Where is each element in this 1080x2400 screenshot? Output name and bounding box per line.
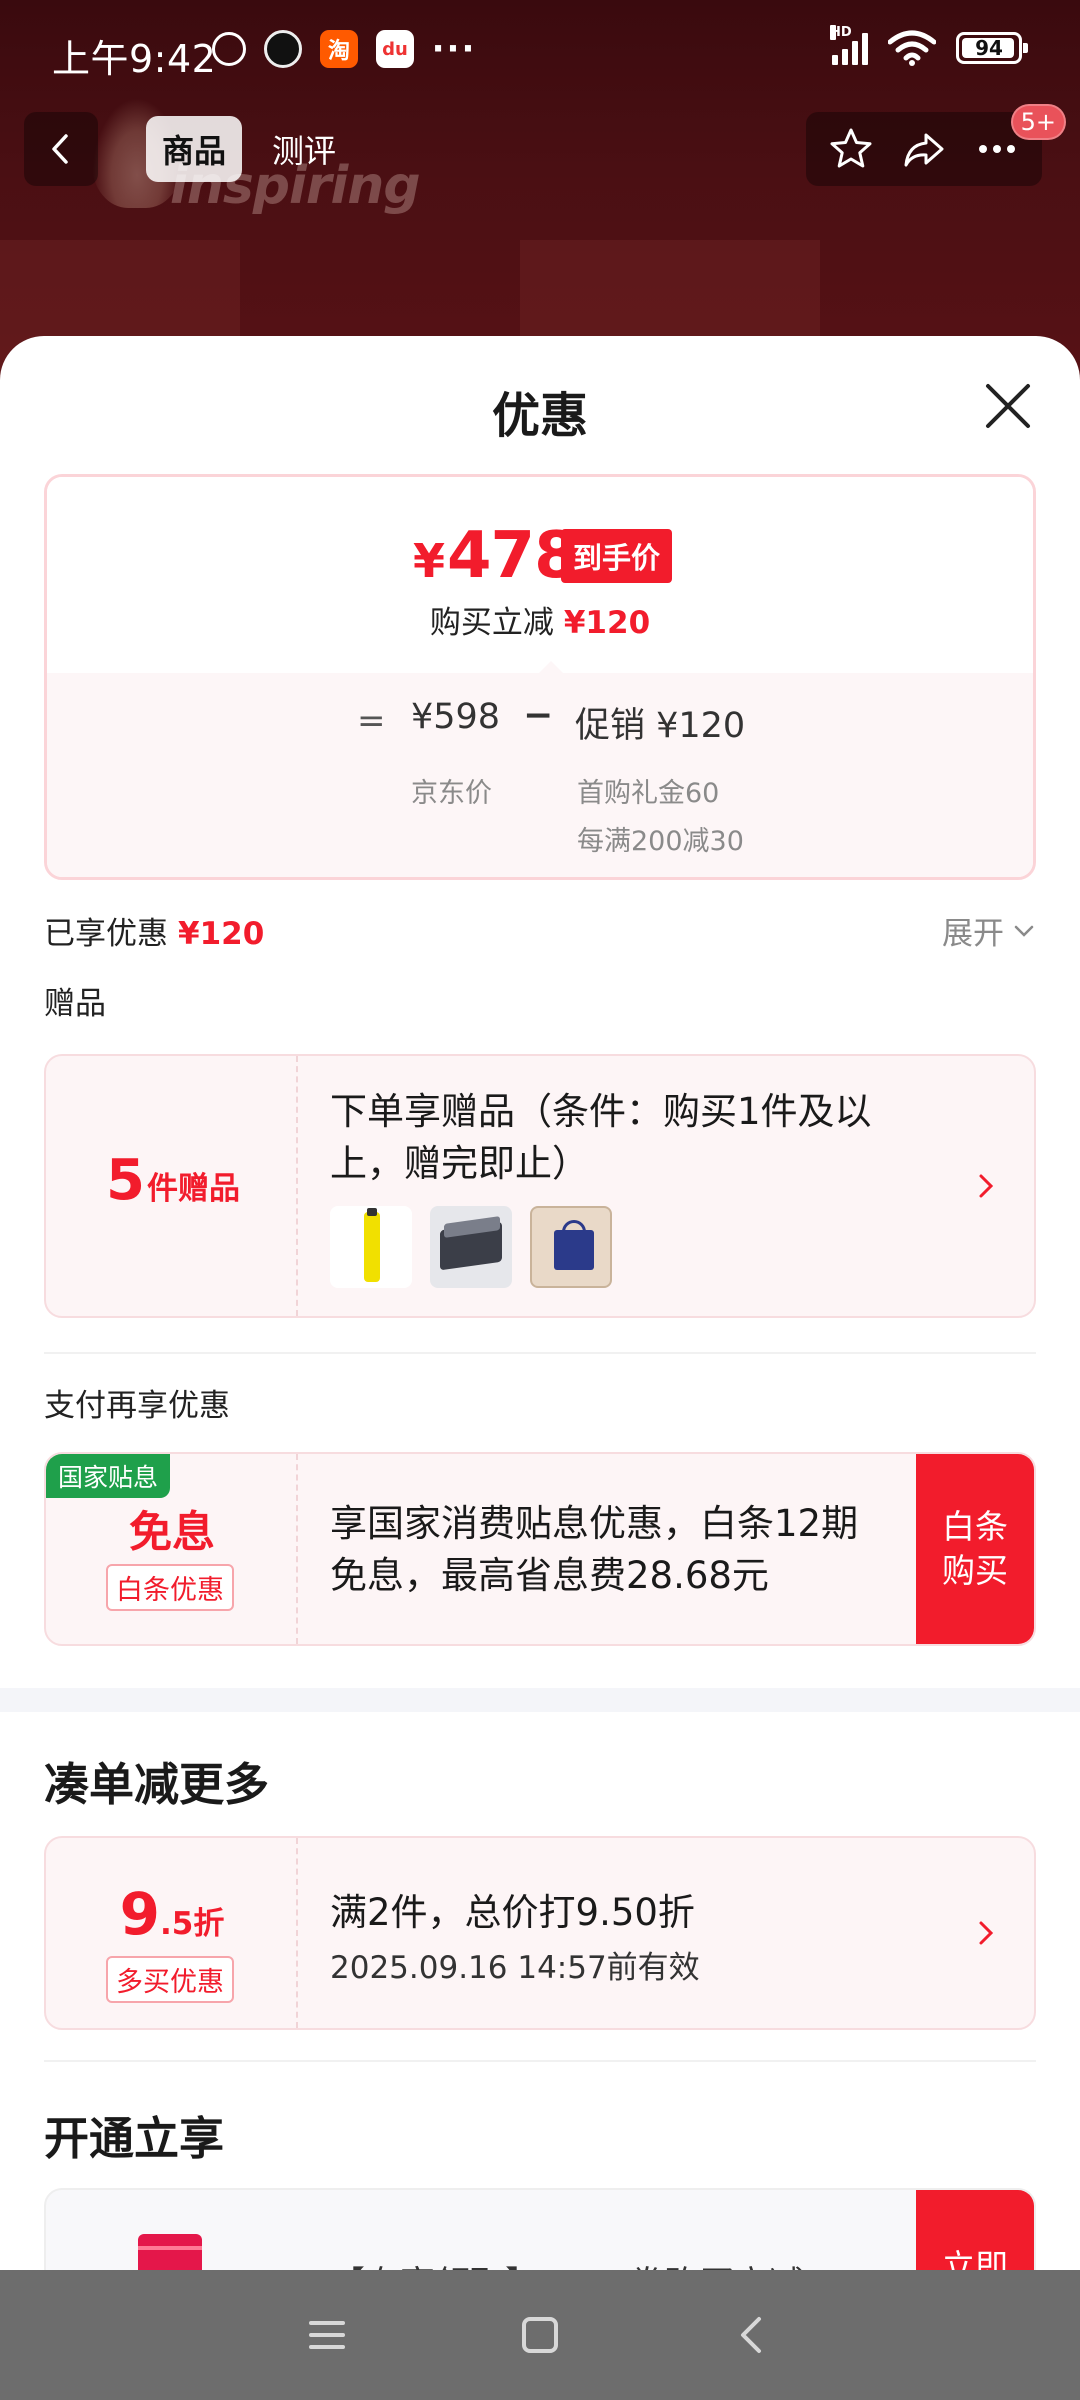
sheet-title: 优惠 [491,388,588,444]
pay-discount-card[interactable]: 国家贴息 免息 白条优惠 享国家消费贴息优惠，白条12期免息，最高省息费28.6… [44,1452,1036,1646]
promo-detail-2: 每满200减30 [577,826,744,857]
signal-icon: HD [830,25,868,65]
status-time: 上午9:42 [52,37,217,81]
multi-buy-condition: 满2件，总价打9.50折 [330,1891,695,1934]
baitiao-buy-button[interactable]: 白条购买 [916,1454,1034,1644]
coupon-icon [138,2234,202,2270]
enjoyed-discount: 已享优惠 ¥120 [44,908,264,953]
promo-amount: 促销 ¥120 [575,706,746,746]
open-benefit-card[interactable]: 【专享领取】¥100券购买立减 立即 [44,2188,1036,2270]
chevron-left-icon [52,134,68,164]
discount-rate: 9.5折 [46,1880,298,1948]
open-now-button[interactable]: 立即 [916,2190,1034,2270]
enjoyed-label: 已享优惠 [44,916,168,952]
product-tabs: 商品 测评 [146,116,352,182]
hd-label: HD [830,25,852,40]
gift-thumb-lighter-gas [330,1206,412,1288]
system-nav-bar [0,2270,1080,2400]
jd-price: ¥598 [411,697,501,737]
wifi-icon [888,30,936,66]
notification-icons: 淘 du ··· [212,29,477,69]
promo-detail-1: 首购礼金60 [577,778,720,809]
tab-review[interactable]: 测评 [256,116,352,182]
battery-level: 94 [975,36,1003,60]
product-top-nav: 商品 测评 5+ [0,100,1080,200]
discount-sheet: 优惠 ¥ 478 到手价 购买立减 ¥120 = ¥598 − 促销 ¥120 京… [0,336,1080,2270]
multi-buy-expiry: 2025.09.16 14:57前有效 [330,1950,700,1986]
gift-card[interactable]: 5 件赠品 下单享赠品（条件：购买1件及以上，赠完即止） [44,1054,1036,1318]
pay-description: 享国家消费贴息优惠，白条12期免息，最高省息费28.68元 [330,1502,859,1597]
instant-discount-amount: ¥120 [563,605,651,641]
final-price: ¥ 478 [413,519,579,593]
gift-thumbnails [330,1206,612,1288]
home-icon[interactable] [516,2311,564,2359]
baitiao-discount-pill: 白条优惠 [106,1564,234,1611]
divider [44,1352,1036,1354]
discount-rate-major: 9 [119,1880,160,1948]
chevron-right-icon [979,1921,994,1945]
interest-free-label: 免息 [129,1508,215,1558]
more-notifications-icon: ··· [431,29,477,69]
gift-section-title: 赠品 [44,986,106,1022]
gift-thumb-bag [530,1206,612,1288]
battery-icon: 94 [956,32,1028,64]
final-price-tag: 到手价 [561,529,673,583]
alarm-icon [212,32,246,66]
divider [44,2060,1036,2062]
gov-subsidy-tag: 国家贴息 [46,1454,171,1498]
instant-discount: 购买立减 ¥120 [47,597,1033,642]
open-benefit-text: 【专享领取】¥100券购买立减 [330,2256,804,2270]
system-icons: HD 94 [830,25,1028,66]
taobao-app-icon: 淘 [320,30,358,68]
du-app-icon: du [376,30,414,68]
minus-sign: − [523,695,554,736]
pay-section-title: 支付再享优惠 [44,1388,230,1424]
multi-buy-card[interactable]: 9.5折 多买优惠 满2件，总价打9.50折 2025.09.16 14:57前… [44,1836,1036,2030]
gift-count-unit: 件赠品 [146,1171,240,1207]
equals-sign: = [357,701,386,741]
message-badge: 5+ [1010,104,1066,140]
open-section-title: 开通立享 [44,2112,225,2165]
back-button[interactable] [24,112,98,186]
menu-icon[interactable] [303,2311,351,2359]
chevron-down-icon [1014,925,1034,937]
camera-app-icon [264,30,302,68]
status-bar: 上午9:42 淘 du ··· HD 94 [0,0,1080,100]
more-section-title: 凑单减更多 [44,1758,270,1811]
back-nav-icon[interactable] [729,2311,777,2359]
gift-count: 5 件赠品 [106,1148,240,1213]
jd-price-label: 京东价 [411,778,492,809]
expand-button[interactable]: 展开 [942,908,1036,953]
price-summary-card: ¥ 478 到手价 购买立减 ¥120 = ¥598 − 促销 ¥120 京东价 … [44,474,1036,880]
section-separator [0,1688,1080,1712]
gift-count-number: 5 [106,1148,145,1213]
enjoyed-amount: ¥120 [178,916,265,952]
gift-thumb-box [430,1206,512,1288]
multi-buy-pill: 多买优惠 [106,1956,234,2003]
discount-rate-minor: .5折 [160,1906,225,1942]
product-actions [806,112,1042,186]
tab-product[interactable]: 商品 [146,116,243,182]
instant-discount-label: 购买立减 [429,605,554,641]
close-icon[interactable] [980,378,1036,434]
final-price-value: 478 [447,519,579,593]
expand-label: 展开 [942,916,1004,952]
star-icon[interactable] [827,125,875,173]
chevron-right-icon [979,1174,994,1198]
share-icon[interactable] [900,125,948,173]
currency-symbol: ¥ [413,534,446,588]
gift-description: 下单享赠品（条件：购买1件及以上，赠完即止） [330,1090,872,1185]
